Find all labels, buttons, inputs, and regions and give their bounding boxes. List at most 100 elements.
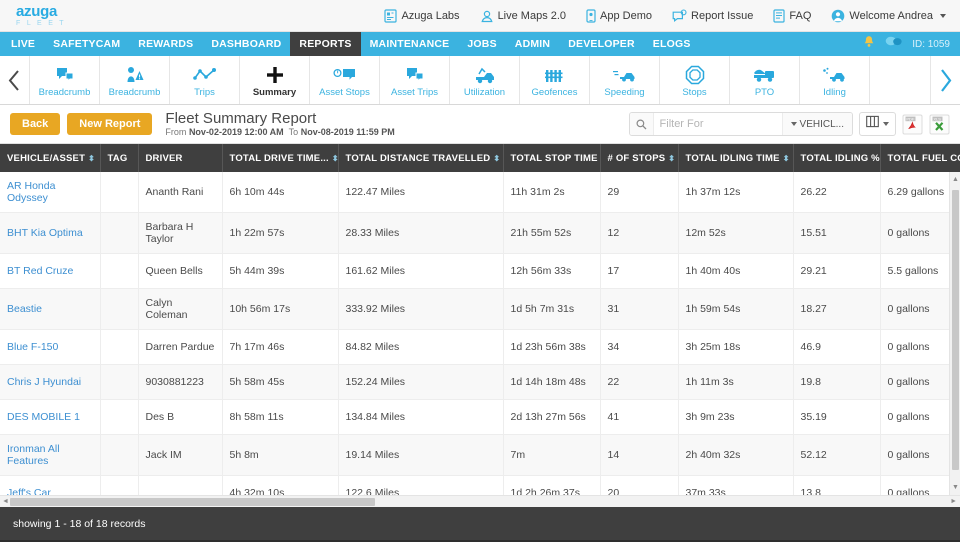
- table-vertical-scrollbar[interactable]: ▲ ▼: [949, 172, 960, 495]
- table-row[interactable]: Ironman All Features Jack IM 5h 8m 19.14 Mi…: [0, 434, 960, 476]
- cell-vehicle-asset[interactable]: AR Honda Odyssey: [0, 172, 101, 213]
- chevron-down-icon: [940, 13, 946, 18]
- notification-bell-icon[interactable]: [863, 35, 875, 53]
- table-row[interactable]: Beastie Calyn Coleman 10h 56m 17s 333.92 Mi…: [0, 288, 960, 330]
- scroll-down-icon[interactable]: ▼: [952, 484, 959, 491]
- topnav-live-maps[interactable]: Live Maps 2.0: [480, 9, 566, 23]
- nav-item-dashboard[interactable]: DASHBOARD: [202, 32, 290, 56]
- cell-vehicle-asset[interactable]: Jeff's Car: [0, 475, 101, 495]
- cell-vehicle-asset[interactable]: DES MOBILE 1: [0, 399, 101, 435]
- nav-item-safetycam[interactable]: SAFETYCAM: [44, 32, 129, 56]
- report-tab-geofences[interactable]: Geofences: [520, 56, 590, 104]
- report-tab-trips[interactable]: Trips: [170, 56, 240, 104]
- idling-car-icon: [822, 64, 848, 85]
- filter-scope-select[interactable]: VEHICL...: [781, 113, 852, 135]
- col-header-tag[interactable]: TAG: [100, 144, 139, 172]
- cell-vehicle-asset[interactable]: Ironman All Features: [0, 434, 101, 476]
- topnav-app-demo[interactable]: App Demo: [586, 8, 652, 23]
- table-row[interactable]: BT Red Cruze Queen Bells 5h 44m 39s 161.62 …: [0, 253, 960, 289]
- page-title: Fleet Summary Report: [165, 109, 317, 127]
- col-header-total-stop-time[interactable]: TOTAL STOP TIME: [503, 144, 601, 172]
- azuga-fleet-logo[interactable]: azuga F L E E T: [16, 4, 86, 27]
- cell-vehicle-asset[interactable]: Beastie: [0, 288, 101, 330]
- filter-input[interactable]: [653, 113, 782, 135]
- nav-item-rewards[interactable]: REWARDS: [129, 32, 202, 56]
- back-button[interactable]: Back: [10, 113, 61, 135]
- table-horizontal-scrollbar[interactable]: ◄ ►: [0, 495, 960, 507]
- table-row[interactable]: Chris J Hyundai 9030881223 5h 58m 45s 152.2…: [0, 364, 960, 400]
- table-row[interactable]: Jeff's Car 4h 32m 10s 122.6 Miles 1d 2h 26m…: [0, 475, 960, 495]
- horizontal-scroll-thumb[interactable]: [10, 498, 375, 506]
- report-tab-summary[interactable]: Summary: [240, 56, 310, 104]
- table-row[interactable]: DES MOBILE 1 Des B 8h 58m 11s 134.84 Miles 2…: [0, 399, 960, 435]
- table-cell: 21h 55m 52s: [503, 212, 601, 254]
- column-chooser-button[interactable]: [859, 112, 896, 136]
- table-row[interactable]: BHT Kia Optima Barbara H Taylor 1h 22m 57s…: [0, 212, 960, 254]
- report-tab-breadcrumb-1[interactable]: Breadcrumb: [30, 56, 100, 104]
- topnav-report-issue[interactable]: Report Issue: [672, 8, 753, 23]
- report-tab-utilization[interactable]: Utilization: [450, 56, 520, 104]
- topnav-user-menu[interactable]: Welcome Andrea: [831, 9, 946, 23]
- table-cell: Des B: [138, 399, 223, 435]
- col-header-total-drive-time[interactable]: TOTAL DRIVE TIME...⬍: [222, 144, 339, 172]
- speeding-car-icon: [612, 64, 638, 85]
- toolbar-prev-button[interactable]: [0, 56, 30, 104]
- scroll-right-icon[interactable]: ►: [950, 498, 957, 505]
- nav-item-admin[interactable]: ADMIN: [506, 32, 559, 56]
- report-tab-breadcrumb-2[interactable]: Breadcrumb: [100, 56, 170, 104]
- scroll-up-icon[interactable]: ▲: [952, 176, 959, 183]
- report-tab-asset-trips[interactable]: Asset Trips: [380, 56, 450, 104]
- table-row[interactable]: AR Honda Odyssey Ananth Rani 6h 10m 44s 122…: [0, 172, 960, 213]
- report-tab-speeding[interactable]: Speeding: [590, 56, 660, 104]
- report-tab-pto[interactable]: PTO: [730, 56, 800, 104]
- report-tab-label: Idling: [823, 87, 846, 98]
- report-tab-label: PTO: [754, 87, 775, 98]
- topnav-azuga-labs[interactable]: Azuga Labs: [384, 8, 460, 23]
- scroll-left-icon[interactable]: ◄: [2, 498, 9, 505]
- col-header-total-distance-travelled[interactable]: TOTAL DISTANCE TRAVELLED ⬍: [338, 144, 504, 172]
- table-cell: 52.12: [793, 434, 881, 476]
- report-date-range: From Nov-02-2019 12:00 AM To Nov-08-2019…: [165, 127, 394, 137]
- cell-vehicle-asset[interactable]: Chris J Hyundai: [0, 364, 101, 400]
- cell-vehicle-asset[interactable]: Blue F-150: [0, 329, 101, 365]
- col-header-total-idling-percent[interactable]: TOTAL IDLING %?: [793, 144, 881, 172]
- live-maps-icon: [480, 9, 494, 23]
- report-tab-idling[interactable]: Idling: [800, 56, 870, 104]
- topnav-faq[interactable]: FAQ: [773, 8, 811, 23]
- table-cell: 1d 14h 18m 48s: [503, 364, 601, 400]
- table-cell: [138, 475, 223, 495]
- table-cell: 8h 58m 11s: [222, 399, 339, 435]
- table-cell: 152.24 Miles: [338, 364, 504, 400]
- new-report-button[interactable]: New Report: [67, 113, 153, 135]
- table-cell: [100, 253, 139, 289]
- table-row[interactable]: Blue F-150 Darren Pardue 7h 17m 46s 84.82 M…: [0, 329, 960, 365]
- nav-item-live[interactable]: LIVE: [0, 32, 44, 56]
- chat-bubble-icon[interactable]: [885, 35, 902, 53]
- nav-item-reports[interactable]: REPORTS: [290, 32, 361, 56]
- report-tab-label: Utilization: [463, 87, 506, 98]
- col-label: TAG: [107, 152, 128, 164]
- record-count-label: showing 1 - 18 of 18 records: [13, 517, 146, 530]
- nav-item-jobs[interactable]: JOBS: [458, 32, 505, 56]
- nav-item-elogs[interactable]: ELOGS: [644, 32, 700, 56]
- report-tab-asset-stops[interactable]: Asset Stops: [310, 56, 380, 104]
- nav-item-developer[interactable]: DEVELOPER: [559, 32, 644, 56]
- vertical-scroll-thumb[interactable]: [952, 190, 959, 470]
- cell-vehicle-asset[interactable]: BHT Kia Optima: [0, 212, 101, 254]
- col-header-number-of-stops[interactable]: # OF STOPS ⬍: [600, 144, 679, 172]
- cell-vehicle-asset[interactable]: BT Red Cruze: [0, 253, 101, 289]
- nav-item-maintenance[interactable]: MAINTENANCE: [361, 32, 459, 56]
- table-cell: 12h 56m 33s: [503, 253, 601, 289]
- col-header-total-fuel-consumed[interactable]: TOTAL FUEL CONSUMED: [880, 144, 960, 172]
- col-header-driver[interactable]: DRIVER: [138, 144, 223, 172]
- table-cell: 0 gallons: [880, 364, 960, 400]
- export-excel-button[interactable]: XLS: [929, 114, 950, 135]
- report-tab-stops[interactable]: Stops: [660, 56, 730, 104]
- col-header-total-idling-time[interactable]: TOTAL IDLING TIME ⬍: [678, 144, 794, 172]
- export-pdf-button[interactable]: PDF: [902, 114, 923, 135]
- toolbar-next-button[interactable]: [930, 56, 960, 104]
- mobile-app-icon: [586, 8, 596, 23]
- svg-text:XLS: XLS: [933, 116, 941, 121]
- col-header-vehicle-asset[interactable]: VEHICLE/ASSET ⬍: [0, 144, 101, 172]
- table-cell: 12: [600, 212, 679, 254]
